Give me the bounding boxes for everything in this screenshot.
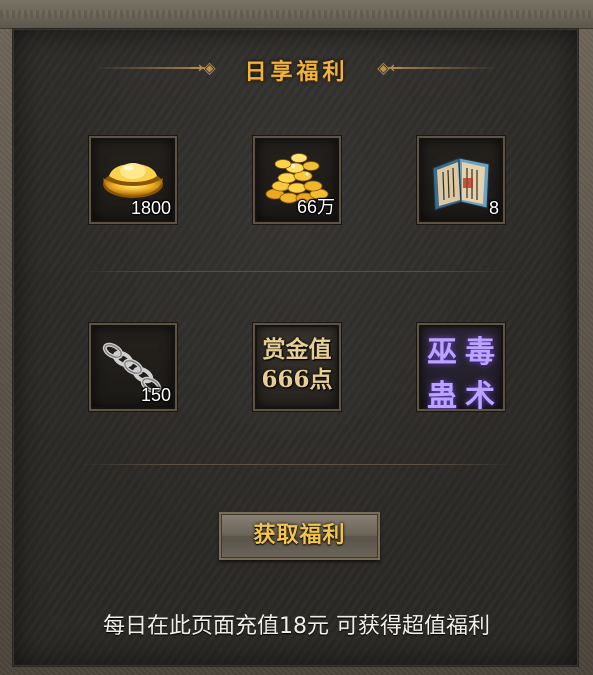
wugu-label: 巫 毒 蛊 术	[423, 327, 499, 409]
item-quantity: 1800	[130, 198, 171, 218]
item-slot-bounty-value[interactable]: 赏金值 666点	[253, 323, 341, 411]
divider	[80, 464, 513, 465]
claim-welfare-button[interactable]: 获取福利	[219, 512, 380, 560]
bounty-line-1: 赏金值	[262, 336, 332, 363]
item-slot-gold-coins[interactable]: 66万	[253, 136, 341, 224]
wugu-char: 毒	[465, 335, 495, 370]
welfare-panel: →◈ ◈← 日享福利 1800 66万 8 150 赏金值 666点 巫 毒 蛊…	[0, 0, 593, 675]
top-frame	[0, 0, 593, 29]
recharge-hint: 每日在此页面充值18元 可获得超值福利	[103, 614, 490, 639]
item-slot-skill-book[interactable]: 8	[417, 136, 505, 224]
item-quantity: 8	[488, 198, 499, 218]
title-bar: →◈ ◈← 日享福利	[0, 50, 593, 86]
item-slot-silver-chain[interactable]: 150	[89, 323, 177, 411]
bounty-label: 赏金值 666点	[255, 335, 339, 395]
wugu-char: 巫	[427, 335, 457, 370]
wugu-char: 蛊	[427, 379, 457, 411]
wugu-char: 术	[465, 379, 495, 411]
item-quantity: 66万	[296, 197, 335, 217]
item-quantity: 150	[140, 385, 171, 405]
item-slot-gold-ingot[interactable]: 1800	[89, 136, 177, 224]
divider	[80, 271, 513, 272]
page-title: 日享福利	[244, 59, 349, 85]
item-slot-wugu-dushu[interactable]: 巫 毒 蛊 术	[417, 323, 505, 411]
bounty-line-2: 666点	[261, 366, 333, 393]
